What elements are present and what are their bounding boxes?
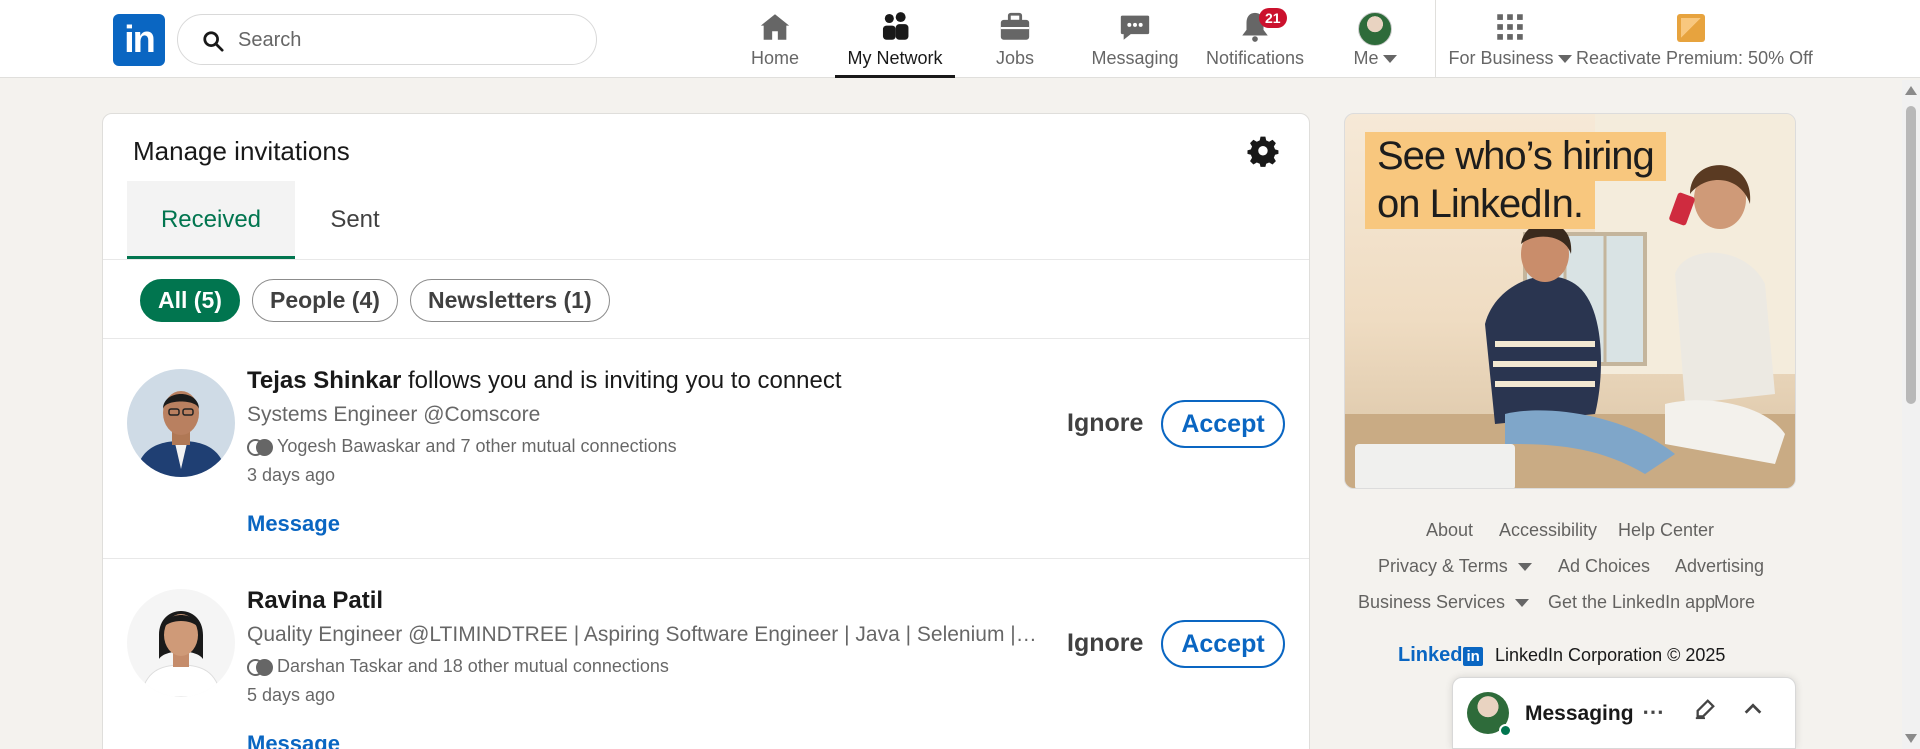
global-nav: in Home My Network Jobs Messaging [0, 0, 1920, 78]
invitations-card: Manage invitations Received Sent All (5)… [102, 113, 1310, 749]
briefcase-icon [1000, 12, 1030, 40]
avatar [1358, 12, 1392, 46]
ad-headline-line2: on LinkedIn. [1365, 180, 1595, 229]
mutual-connections-icon [247, 659, 273, 676]
nav-for-business-label: For Business [1448, 48, 1572, 69]
filter-newsletters[interactable]: Newsletters (1) [410, 279, 610, 322]
message-button[interactable]: Message [247, 731, 340, 749]
chevron-down-icon [1515, 599, 1530, 608]
invitee-name[interactable]: Ravina Patil [247, 587, 383, 614]
invitation-row: Tejas Shinkar follows you and is invitin… [103, 339, 1309, 559]
chevron-up-icon[interactable] [1739, 698, 1767, 726]
ignore-button[interactable]: Ignore [1067, 409, 1143, 438]
footer-more[interactable]: More [1714, 592, 1755, 613]
nav-my-network[interactable]: My Network [835, 0, 955, 78]
footer-about[interactable]: About [1426, 520, 1473, 541]
nav-notifications-label: Notifications [1205, 48, 1305, 68]
accept-button[interactable]: Accept [1161, 620, 1285, 668]
nav-me-label: Me [1335, 48, 1415, 69]
premium-icon [1677, 14, 1705, 42]
nav-for-business[interactable]: For Business [1448, 0, 1572, 78]
notification-badge: 21 [1259, 8, 1287, 28]
hiring-ad[interactable]: See who’s hiring on LinkedIn. [1344, 113, 1796, 489]
avatar[interactable] [127, 369, 235, 477]
message-button[interactable]: Message [247, 511, 340, 537]
nav-premium[interactable]: Reactivate Premium: 50% Off [1576, 0, 1813, 78]
page-title: Manage invitations [133, 136, 350, 166]
nav-home-label: Home [750, 48, 799, 68]
mutual-connections[interactable]: Yogesh Bawaskar and 7 other mutual conne… [247, 436, 677, 457]
nav-me[interactable]: Me [1335, 0, 1415, 78]
compose-icon[interactable] [1691, 698, 1719, 726]
invitation-row: Ravina Patil Quality Engineer @LTIMINDTR… [103, 559, 1309, 749]
chevron-down-icon [1382, 55, 1397, 64]
invitee-name[interactable]: Tejas Shinkar [247, 367, 401, 394]
nav-notifications[interactable]: 21 Notifications [1198, 0, 1312, 78]
nav-home[interactable]: Home [740, 0, 810, 78]
footer-get-app[interactable]: Get the LinkedIn app [1548, 592, 1715, 613]
footer-privacy-terms[interactable]: Privacy & Terms [1378, 556, 1532, 577]
grid-icon [1497, 14, 1523, 40]
footer-business-services[interactable]: Business Services [1358, 592, 1530, 613]
footer-ad-choices[interactable]: Ad Choices [1558, 556, 1650, 577]
invitation-action: follows you and is inviting you to conne… [401, 367, 842, 394]
chevron-down-icon [1517, 563, 1532, 572]
chat-icon [1120, 15, 1150, 40]
invitation-text: Tejas Shinkar follows you and is invitin… [247, 367, 842, 395]
invitation-time: 3 days ago [247, 465, 336, 485]
invitation-text: Ravina Patil [247, 587, 383, 615]
home-icon [760, 14, 790, 40]
chevron-down-icon [1557, 55, 1572, 64]
nav-divider [1435, 0, 1436, 78]
scrollbar-thumb[interactable] [1906, 106, 1916, 404]
footer-help-center[interactable]: Help Center [1618, 520, 1714, 541]
gear-icon[interactable] [1246, 135, 1280, 169]
filter-people[interactable]: People (4) [252, 279, 398, 322]
nav-messaging-label: Messaging [1091, 48, 1179, 68]
people-icon [882, 12, 909, 40]
divider [103, 259, 1309, 260]
nav-messaging[interactable]: Messaging [1085, 0, 1185, 78]
footer-linkedin-logo: Linked in [1398, 644, 1483, 667]
online-status-indicator [1499, 724, 1512, 737]
ad-headline-line1: See who’s hiring [1365, 132, 1666, 181]
search-box[interactable] [177, 14, 597, 65]
tab-received[interactable]: Received [127, 181, 295, 259]
nav-jobs-label: Jobs [995, 48, 1035, 68]
footer-accessibility[interactable]: Accessibility [1499, 520, 1597, 541]
more-options-icon[interactable]: ⋯ [1639, 698, 1667, 726]
search-icon [203, 31, 224, 52]
mutual-connections-icon [247, 439, 273, 456]
messaging-dock[interactable]: Messaging ⋯ [1452, 677, 1796, 749]
avatar[interactable] [127, 589, 235, 697]
scroll-up-icon[interactable] [1905, 86, 1917, 95]
messaging-dock-title: Messaging [1525, 702, 1634, 725]
nav-premium-label: Reactivate Premium: 50% Off [1576, 48, 1813, 68]
nav-jobs[interactable]: Jobs [980, 0, 1050, 78]
tab-sent[interactable]: Sent [295, 181, 415, 259]
footer-copyright: LinkedIn Corporation © 2025 [1495, 645, 1726, 665]
search-input[interactable] [238, 25, 578, 55]
mutual-connections[interactable]: Darshan Taskar and 18 other mutual conne… [247, 656, 669, 677]
nav-my-network-label: My Network [847, 48, 943, 68]
footer-advertising[interactable]: Advertising [1675, 556, 1764, 577]
invitee-headline: Quality Engineer @LTIMINDTREE | Aspiring… [247, 623, 1037, 646]
invitee-headline: Systems Engineer @Comscore [247, 403, 541, 426]
accept-button[interactable]: Accept [1161, 400, 1285, 448]
scroll-down-icon[interactable] [1905, 734, 1917, 743]
invitation-time: 5 days ago [247, 685, 336, 705]
page-scrollbar[interactable] [1902, 80, 1920, 749]
linkedin-logo[interactable]: in [113, 14, 165, 66]
filter-all[interactable]: All (5) [140, 279, 240, 322]
ignore-button[interactable]: Ignore [1067, 629, 1143, 658]
